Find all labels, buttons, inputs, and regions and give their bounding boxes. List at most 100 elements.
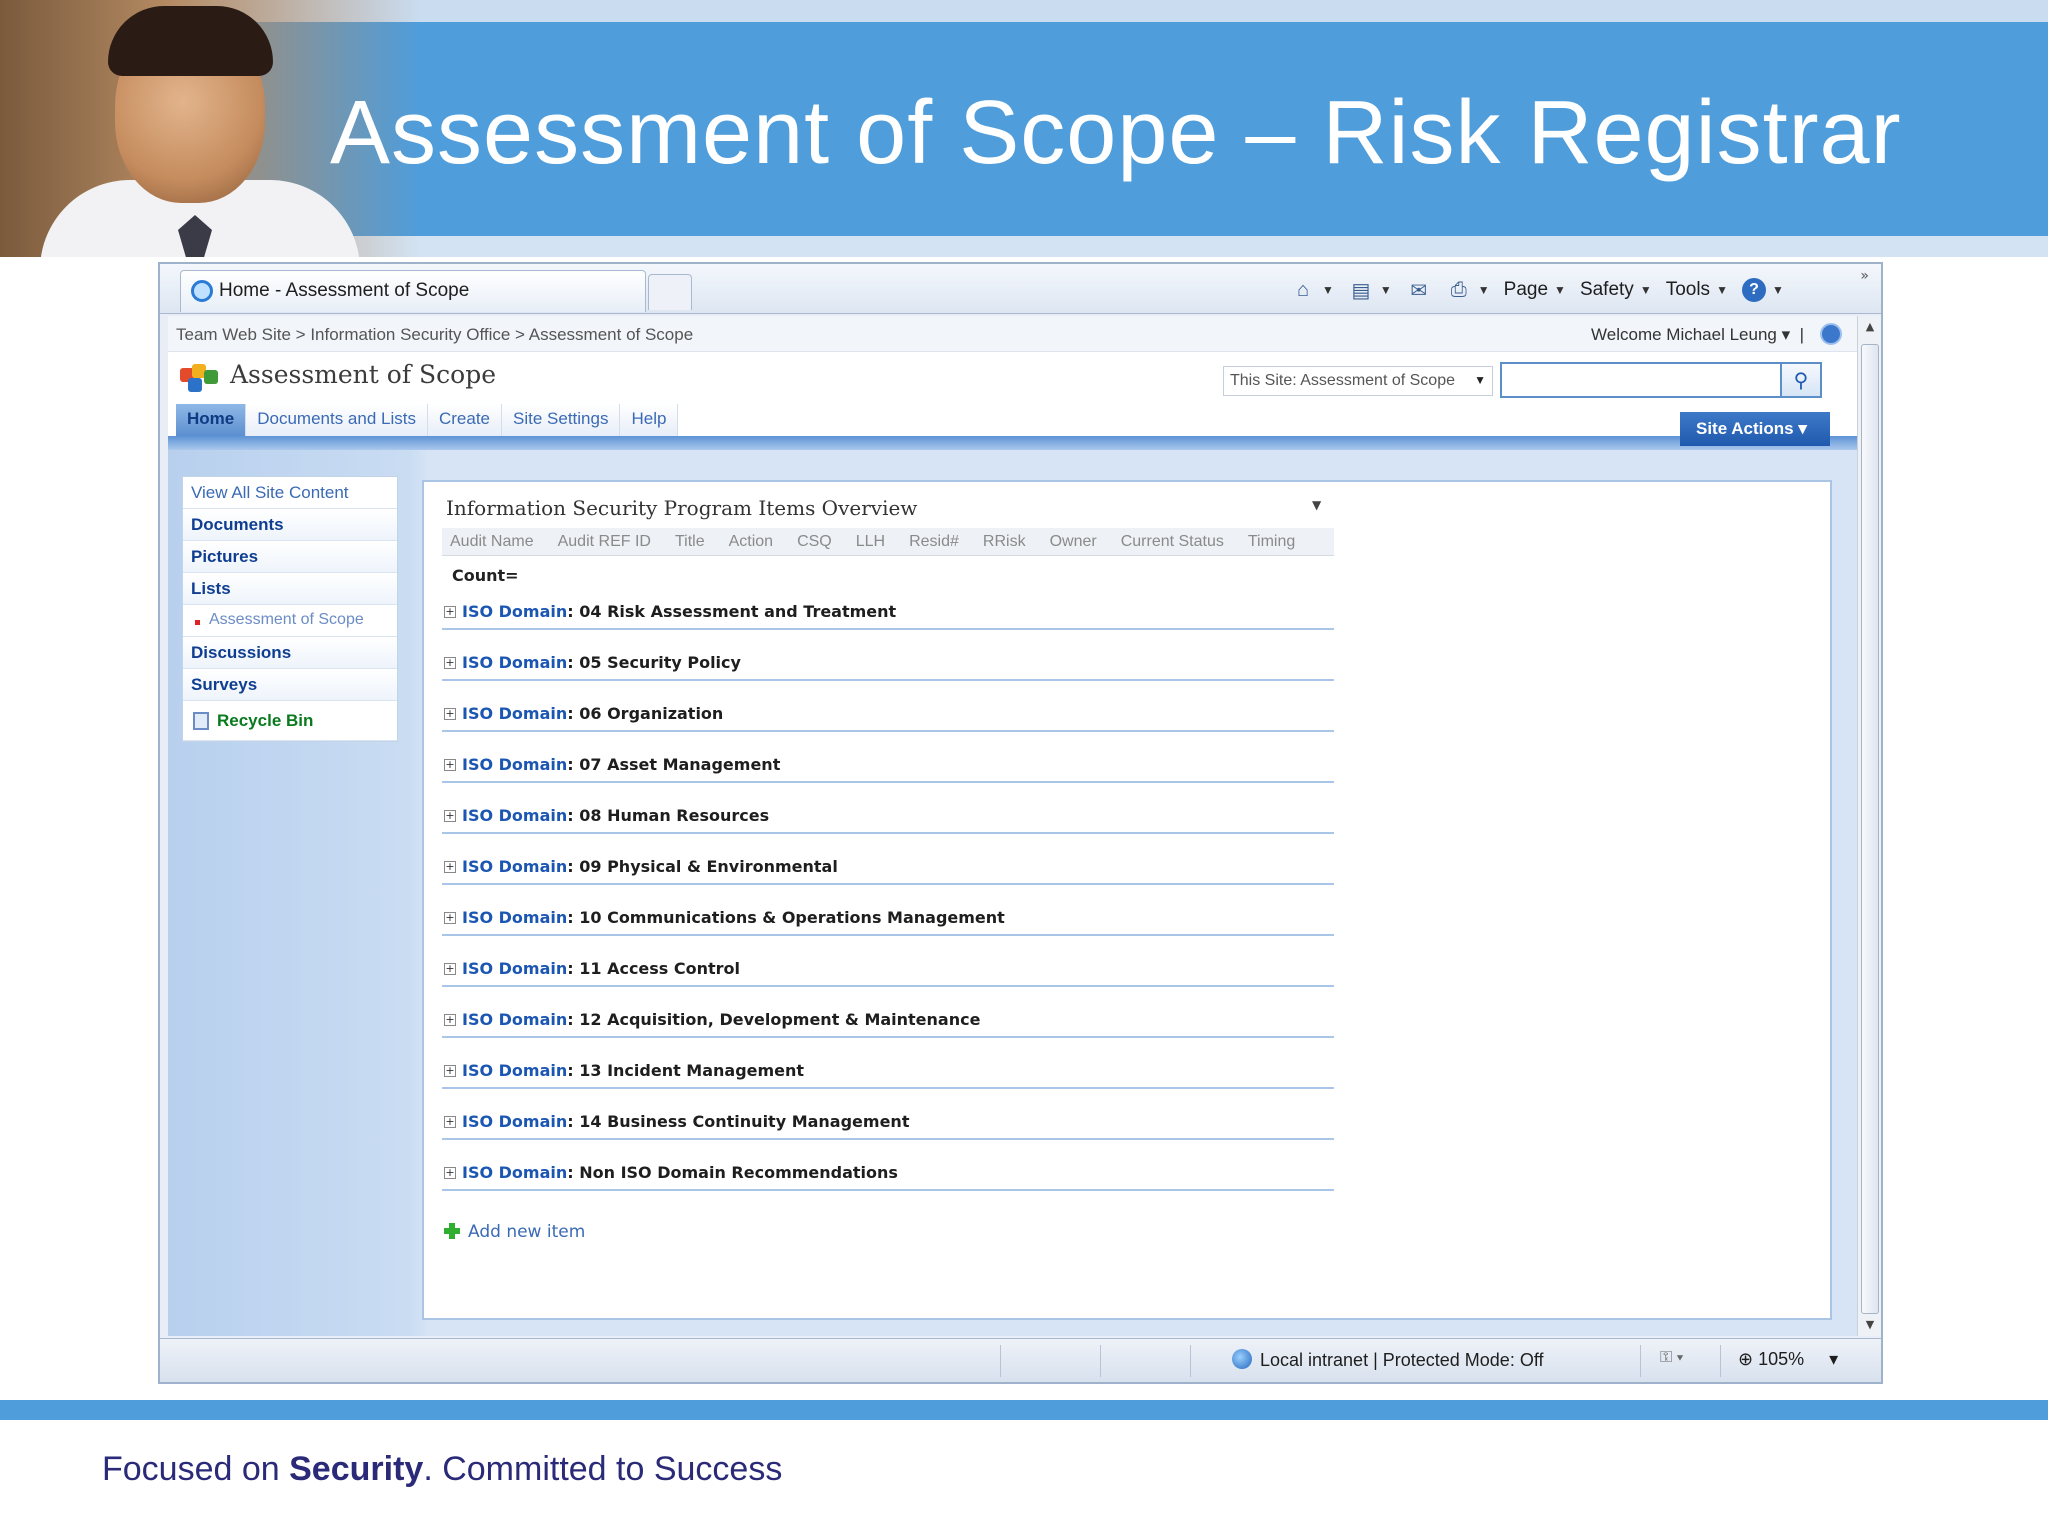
add-new-item-link[interactable]: Add new item: [444, 1222, 585, 1242]
feeds-icon[interactable]: ▤: [1348, 278, 1374, 302]
expand-icon[interactable]: +: [444, 606, 456, 618]
status-divider: [1100, 1345, 1101, 1377]
status-divider: [1720, 1345, 1721, 1377]
slide-title: Assessment of Scope – Risk Registrar: [330, 83, 1902, 183]
expand-icon[interactable]: +: [444, 810, 456, 822]
expand-icon[interactable]: +: [444, 1167, 456, 1179]
tab-help[interactable]: Help: [620, 404, 679, 436]
group-key: ISO Domain: [462, 857, 568, 876]
site-actions-button[interactable]: Site Actions ▾: [1680, 412, 1830, 446]
new-tab-button[interactable]: [648, 274, 692, 310]
page-menu[interactable]: Page: [1504, 279, 1548, 301]
toolbar-overflow-icon[interactable]: »: [1860, 268, 1869, 284]
scroll-up-icon[interactable]: ▲: [1858, 316, 1882, 338]
column-header[interactable]: Title: [675, 533, 705, 551]
expand-icon[interactable]: +: [444, 963, 456, 975]
tab-home[interactable]: Home: [176, 404, 247, 436]
group-key: ISO Domain: [462, 908, 568, 927]
column-header[interactable]: Action: [729, 533, 773, 551]
scrollbar-thumb[interactable]: [1861, 344, 1879, 1314]
chevron-down-icon: ▼: [1716, 283, 1728, 297]
group-key: ISO Domain: [462, 806, 568, 825]
breadcrumb-text[interactable]: Team Web Site > Information Security Off…: [176, 325, 693, 344]
footer-tagline: Focused on Security. Committed to Succes…: [102, 1450, 782, 1489]
security-zone[interactable]: Local intranet | Protected Mode: Off: [1232, 1349, 1544, 1371]
column-header[interactable]: Current Status: [1121, 533, 1224, 551]
chevron-down-icon[interactable]: ▼: [1322, 283, 1334, 297]
quicklaunch-assessment-of-scope[interactable]: Assessment of Scope: [183, 605, 397, 637]
column-header[interactable]: Timing: [1248, 533, 1295, 551]
browser-toolbar: Home - Assessment of Scope ⌂ ▼ ▤ ▼ ✉ ⎙ ▼ Pa…: [160, 264, 1881, 314]
print-icon[interactable]: ⎙: [1446, 278, 1472, 302]
group-row[interactable]: + ISO Domain: 10 Communications & Operati…: [442, 900, 1334, 936]
column-header[interactable]: Audit Name: [450, 533, 534, 551]
page-body: View All Site Content Documents Pictures…: [168, 450, 1858, 1336]
group-row[interactable]: + ISO Domain: 09 Physical & Environmental: [442, 849, 1334, 885]
help-icon[interactable]: ?: [1741, 278, 1766, 302]
browser-window: Home - Assessment of Scope ⌂ ▼ ▤ ▼ ✉ ⎙ ▼ Pa…: [158, 262, 1883, 1384]
help-icon[interactable]: [1820, 323, 1842, 345]
tab-site-settings[interactable]: Site Settings: [502, 404, 621, 436]
search-button[interactable]: ⚲: [1782, 362, 1822, 398]
expand-icon[interactable]: +: [444, 861, 456, 873]
mail-icon[interactable]: ✉: [1406, 278, 1432, 302]
group-row[interactable]: + ISO Domain: 08 Human Resources: [442, 798, 1334, 834]
quicklaunch-documents[interactable]: Documents: [183, 509, 397, 541]
zoom-control[interactable]: ⊕ 105% ▾: [1738, 1349, 1838, 1370]
column-header[interactable]: RRisk: [983, 533, 1026, 551]
ie-icon: [191, 280, 213, 302]
safety-menu[interactable]: Safety: [1580, 279, 1634, 301]
status-divider: [1640, 1345, 1641, 1377]
group-row[interactable]: + ISO Domain: 07 Asset Management: [442, 747, 1334, 783]
group-row[interactable]: + ISO Domain: 13 Incident Management: [442, 1053, 1334, 1089]
quicklaunch-surveys[interactable]: Surveys: [183, 669, 397, 701]
expand-icon[interactable]: +: [444, 708, 456, 720]
expand-icon[interactable]: +: [444, 1116, 456, 1128]
chevron-down-icon[interactable]: ▼: [1380, 283, 1392, 297]
command-bar: ⌂ ▼ ▤ ▼ ✉ ⎙ ▼ Page ▼ Safety ▼ Tools ▼ ? ▼: [1290, 270, 1784, 310]
site-title[interactable]: Assessment of Scope: [230, 360, 496, 389]
column-header[interactable]: Owner: [1050, 533, 1097, 551]
home-icon[interactable]: ⌂: [1290, 278, 1316, 302]
expand-icon[interactable]: +: [444, 759, 456, 771]
expand-icon[interactable]: +: [444, 1014, 456, 1026]
group-key: ISO Domain: [462, 1010, 568, 1029]
expand-icon[interactable]: +: [444, 1065, 456, 1077]
column-header[interactable]: Resid#: [909, 533, 959, 551]
quicklaunch-lists[interactable]: Lists: [183, 573, 397, 605]
scroll-down-icon[interactable]: ▼: [1858, 1314, 1882, 1336]
webpart-menu-icon[interactable]: ▼: [1312, 498, 1321, 512]
quicklaunch-discussions[interactable]: Discussions: [183, 637, 397, 669]
quicklaunch-pictures[interactable]: Pictures: [183, 541, 397, 573]
welcome-menu[interactable]: Welcome Michael Leung ▾ |: [1591, 325, 1804, 345]
group-row[interactable]: + ISO Domain: 11 Access Control: [442, 951, 1334, 987]
status-divider: [1000, 1345, 1001, 1377]
chevron-down-icon: ▼: [1554, 283, 1566, 297]
group-row[interactable]: + ISO Domain: Non ISO Domain Recommendati…: [442, 1155, 1334, 1191]
expand-icon[interactable]: +: [444, 657, 456, 669]
column-header[interactable]: LLH: [856, 533, 885, 551]
column-header[interactable]: CSQ: [797, 533, 832, 551]
group-row[interactable]: + ISO Domain: 06 Organization: [442, 696, 1334, 732]
tab-documents-and-lists[interactable]: Documents and Lists: [246, 404, 428, 436]
column-header[interactable]: Audit REF ID: [558, 533, 651, 551]
expand-icon[interactable]: +: [444, 912, 456, 924]
sharepoint-page: Team Web Site > Information Security Off…: [168, 316, 1858, 1336]
chevron-down-icon[interactable]: ▼: [1772, 283, 1784, 297]
tools-menu[interactable]: Tools: [1666, 279, 1710, 301]
search-scope-select[interactable]: This Site: Assessment of Scope ▼: [1223, 366, 1493, 396]
group-row[interactable]: + ISO Domain: 04 Risk Assessment and Trea…: [442, 594, 1334, 630]
protected-mode-icon[interactable]: ⚿ ▾: [1660, 1349, 1683, 1367]
webpart-title[interactable]: Information Security Program Items Overv…: [446, 496, 1326, 520]
tab-create[interactable]: Create: [427, 404, 503, 436]
add-new-item-label: Add new item: [468, 1222, 586, 1242]
group-row[interactable]: + ISO Domain: 12 Acquisition, Development…: [442, 1002, 1334, 1038]
search-input[interactable]: [1500, 362, 1782, 398]
chevron-down-icon[interactable]: ▼: [1478, 283, 1490, 297]
browser-tab[interactable]: Home - Assessment of Scope: [180, 270, 646, 312]
quicklaunch-recycle-bin[interactable]: Recycle Bin: [183, 701, 397, 741]
quicklaunch-view-all[interactable]: View All Site Content: [183, 477, 397, 509]
group-row[interactable]: + ISO Domain: 05 Security Policy: [442, 645, 1334, 681]
vertical-scrollbar[interactable]: ▲ ▼: [1857, 316, 1881, 1336]
group-row[interactable]: + ISO Domain: 14 Business Continuity Mana…: [442, 1104, 1334, 1140]
